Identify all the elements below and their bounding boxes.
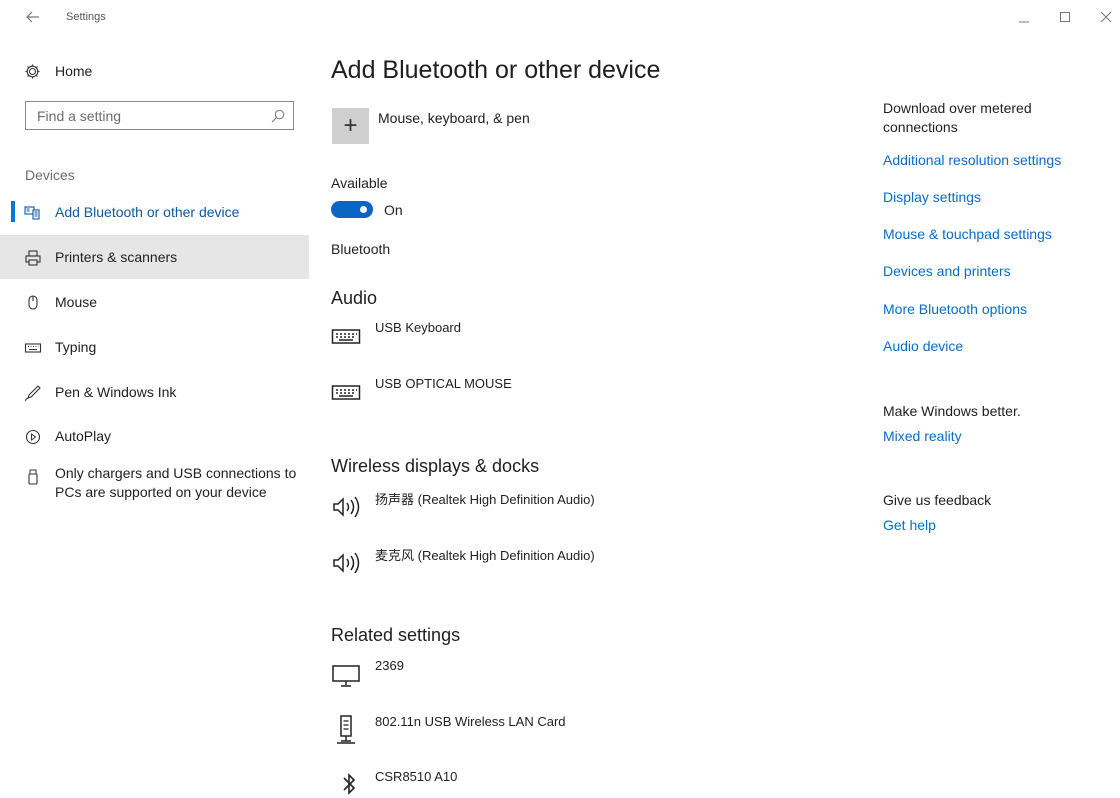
sidebar-item-mouse[interactable]: Mouse bbox=[0, 280, 309, 324]
sidebar-item-label: Pen & Windows Ink bbox=[55, 384, 177, 400]
sidebar-item-label: Only chargers and USB connections to PCs… bbox=[55, 465, 297, 500]
link-more-bluetooth[interactable]: More Bluetooth options bbox=[883, 301, 1027, 317]
close-icon[interactable] bbox=[1095, 6, 1117, 28]
back-arrow-icon[interactable] bbox=[24, 8, 42, 26]
keyboard-icon bbox=[331, 382, 361, 402]
device-wireless-lan-card[interactable]: 802.11n USB Wireless LAN Card bbox=[331, 714, 731, 754]
device-name: 麦克风 (Realtek High Definition Audio) bbox=[375, 548, 595, 563]
toggle-knob bbox=[360, 206, 367, 213]
active-indicator bbox=[11, 201, 15, 222]
make-windows-better-text: Make Windows better. bbox=[883, 403, 1021, 419]
usb-icon bbox=[24, 468, 42, 486]
wireless-heading: Wireless displays & docks bbox=[331, 456, 540, 476]
sidebar-item-pen-ink[interactable]: Pen & Windows Ink bbox=[0, 370, 309, 414]
device-name: USB OPTICAL MOUSE bbox=[375, 376, 512, 391]
plus-icon: + bbox=[343, 112, 358, 139]
device-name: CSR8510 A10 bbox=[375, 769, 458, 784]
maximize-icon[interactable] bbox=[1054, 6, 1076, 28]
sidebar-item-label: Mouse bbox=[55, 294, 98, 310]
network-adapter-icon bbox=[331, 714, 361, 748]
gear-icon bbox=[24, 63, 41, 80]
device-monitor-2369[interactable]: 2369 bbox=[331, 658, 731, 698]
audio-heading: Audio bbox=[331, 288, 378, 308]
pen-icon bbox=[24, 384, 42, 402]
device-name: 802.11n USB Wireless LAN Card bbox=[375, 714, 566, 729]
device-usb-optical-mouse[interactable]: USB OPTICAL MOUSE bbox=[331, 376, 731, 416]
add-device-label: Mouse, keyboard, & pen bbox=[378, 110, 530, 126]
window-title: Settings bbox=[66, 11, 106, 23]
autoplay-icon bbox=[24, 428, 42, 446]
minimize-icon[interactable] bbox=[1013, 6, 1035, 28]
device-usb-keyboard[interactable]: USB Keyboard bbox=[331, 320, 731, 360]
bluetooth-toggle[interactable] bbox=[331, 201, 373, 218]
sidebar-item-typing[interactable]: Typing bbox=[0, 325, 309, 369]
sidebar-item-usb[interactable]: Only chargers and USB connections to PCs… bbox=[0, 458, 309, 506]
search-icon[interactable] bbox=[271, 109, 285, 123]
sidebar-item-label: AutoPlay bbox=[55, 428, 112, 444]
home-link[interactable]: Home bbox=[24, 60, 304, 84]
device-name: USB Keyboard bbox=[375, 320, 461, 335]
sidebar-item-label: Add Bluetooth or other device bbox=[55, 204, 240, 220]
device-microphone[interactable]: 麦克风 (Realtek High Definition Audio) bbox=[331, 545, 731, 585]
sidebar-item-printers-scanners[interactable]: Printers & scanners bbox=[0, 235, 309, 279]
search-box[interactable] bbox=[25, 101, 294, 130]
feedback-text: Give us feedback bbox=[883, 492, 992, 508]
available-label: Available bbox=[331, 175, 388, 191]
speaker-icon bbox=[331, 551, 365, 575]
sidebar-item-label: Printers & scanners bbox=[55, 249, 178, 265]
link-display-settings[interactable]: Display settings bbox=[883, 189, 981, 205]
home-label: Home bbox=[55, 63, 93, 79]
sidebar-item-label: Typing bbox=[55, 339, 97, 355]
toggle-state-text: On bbox=[384, 202, 403, 218]
search-input[interactable] bbox=[26, 102, 266, 129]
keyboard-icon bbox=[331, 326, 361, 346]
speaker-icon bbox=[331, 495, 365, 519]
device-speaker[interactable]: 扬声器 (Realtek High Definition Audio) bbox=[331, 489, 731, 529]
section-label-devices: Devices bbox=[25, 167, 75, 183]
device-name: 2369 bbox=[375, 658, 404, 673]
printer-icon bbox=[24, 249, 42, 267]
sidebar-item-add-bluetooth[interactable]: Add Bluetooth or other device bbox=[0, 190, 309, 234]
mouse-icon bbox=[24, 294, 42, 312]
device-name: 扬声器 (Realtek High Definition Audio) bbox=[375, 492, 595, 507]
bluetooth-icon bbox=[341, 771, 357, 797]
monitor-icon bbox=[331, 664, 361, 688]
link-devices-printers[interactable]: Devices and printers bbox=[883, 263, 1011, 279]
add-device-button[interactable]: + bbox=[332, 108, 369, 144]
page-title: Add Bluetooth or other device bbox=[331, 56, 661, 84]
link-audio-device[interactable]: Audio device bbox=[883, 338, 963, 354]
link-additional-resolution[interactable]: Additional resolution settings bbox=[883, 152, 1061, 168]
sidebar-item-autoplay[interactable]: AutoPlay bbox=[0, 414, 309, 458]
metered-connections-text: Download over metered connections bbox=[883, 100, 1032, 135]
link-get-help[interactable]: Get help bbox=[883, 517, 936, 533]
bluetooth-devices-icon bbox=[24, 204, 42, 222]
related-heading: Related settings bbox=[331, 625, 461, 645]
bluetooth-label: Bluetooth bbox=[331, 241, 391, 257]
link-mixed-reality[interactable]: Mixed reality bbox=[883, 428, 962, 444]
device-csr8510[interactable]: CSR8510 A10 bbox=[331, 769, 731, 798]
keyboard-icon bbox=[24, 339, 42, 357]
link-mouse-touchpad[interactable]: Mouse & touchpad settings bbox=[883, 226, 1052, 242]
title-bar: Settings bbox=[0, 0, 1120, 34]
